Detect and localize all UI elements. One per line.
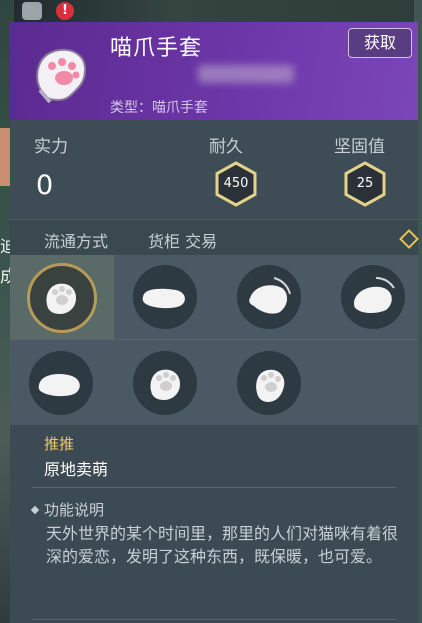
style-slot-6[interactable] bbox=[114, 341, 218, 425]
style-slot-2[interactable] bbox=[114, 255, 218, 339]
firmness-value: 25 bbox=[356, 176, 374, 191]
divider bbox=[32, 487, 396, 488]
circulation-value: 货柜 交易 bbox=[148, 232, 218, 251]
durability-value: 450 bbox=[223, 176, 249, 191]
style-slot-4[interactable] bbox=[322, 255, 422, 339]
mitten-wave-icon bbox=[249, 277, 291, 314]
item-tooltip-panel: 喵爪手套 类型：喵爪手套 获取 实力 0 耐久 450 坚固值 25 流通方式 … bbox=[10, 22, 419, 623]
style-slot-7[interactable] bbox=[218, 341, 322, 425]
power-value: 0 bbox=[36, 170, 54, 201]
recommend-work: 原地卖萌 bbox=[44, 460, 109, 479]
paw-glove-icon bbox=[256, 369, 285, 402]
cat-paw-glove-icon bbox=[28, 40, 94, 106]
style-slot-5[interactable] bbox=[10, 341, 114, 425]
item-type: 类型：喵爪手套 bbox=[110, 100, 208, 116]
diamond-icon[interactable] bbox=[399, 229, 419, 249]
function-title: 功能说明 bbox=[30, 499, 105, 520]
paw-glove-icon bbox=[46, 283, 76, 314]
durability-hexagon: 450 bbox=[212, 160, 260, 208]
blurred-owner-name bbox=[198, 65, 294, 83]
alert-icon[interactable]: ! bbox=[56, 2, 74, 20]
circulation-row: 流通方式 货柜 交易 bbox=[10, 219, 419, 256]
recommend-author: 推推 bbox=[44, 435, 75, 453]
divider bbox=[32, 619, 396, 620]
durability-label: 耐久 bbox=[209, 137, 243, 157]
function-description: 天外世界的某个时间里，那里的人们对猫咪有着很深的爱恋，发明了这种东西，既保暖，也… bbox=[46, 524, 399, 566]
paw-glove-icon bbox=[150, 369, 180, 400]
style-slot-1[interactable] bbox=[10, 255, 114, 339]
mitten-flat-icon bbox=[142, 288, 185, 309]
circulation-label: 流通方式 bbox=[44, 232, 109, 251]
firmness-hexagon: 25 bbox=[341, 160, 389, 208]
diamond-bullet-icon bbox=[30, 505, 40, 515]
mitten-wave-icon bbox=[354, 277, 395, 313]
grid-divider bbox=[10, 339, 418, 340]
power-label: 实力 bbox=[34, 137, 68, 157]
item-header: 喵爪手套 类型：喵爪手套 获取 bbox=[10, 22, 418, 120]
style-variants-grid bbox=[10, 255, 418, 425]
get-button[interactable]: 获取 bbox=[348, 28, 412, 58]
mitten-flat-icon bbox=[38, 374, 80, 397]
description-area: 推推 原地卖萌 功能说明 天外世界的某个时间里，那里的人们对猫咪有着很深的爱恋，… bbox=[10, 425, 418, 623]
hud-icon[interactable] bbox=[22, 2, 42, 20]
item-title: 喵爪手套 bbox=[110, 36, 203, 61]
style-slot-3[interactable] bbox=[218, 255, 322, 339]
function-title-text: 功能说明 bbox=[44, 501, 105, 519]
firmness-label: 坚固值 bbox=[334, 137, 385, 157]
